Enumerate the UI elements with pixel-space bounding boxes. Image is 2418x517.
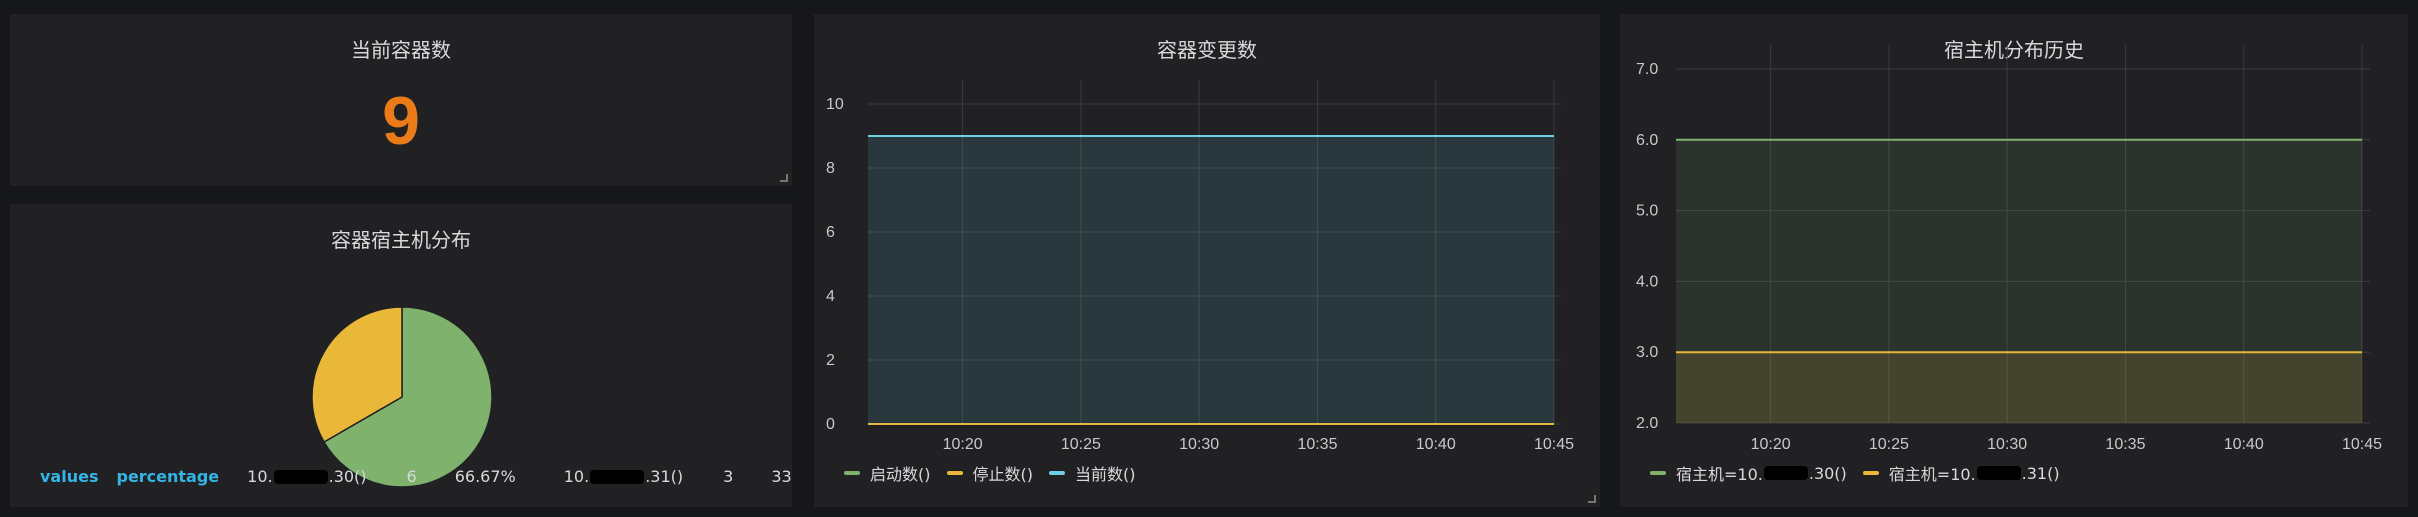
legend-percent: 33.33% [771,466,792,486]
x-tick-label: 10:30 [1987,436,2027,453]
legend-value: 3 [723,466,734,486]
redaction [590,470,645,484]
y-tick-label: 2 [826,352,835,369]
redaction [1763,466,1808,480]
x-tick-label: 10:45 [1534,436,1574,453]
legend-header-values[interactable]: values [40,467,98,486]
graph-legend: 宿主机=10. .30() 宿主机=10. .31() [1650,461,2076,485]
y-tick-label: 6.0 [1636,132,1658,149]
y-tick-label: 4.0 [1636,273,1658,290]
legend-swatch [1650,471,1666,475]
host-history-panel: 宿主机分布历史 2.0 3.0 4.0 5.0 6.0 7.0 10:20 10:25 10:3… [1620,14,2408,507]
y-tick-label: 5.0 [1636,203,1658,220]
redaction [273,470,328,484]
panel-title[interactable]: 当前容器数 [10,34,792,63]
x-tick-label: 10:45 [2342,436,2382,453]
x-tick-label: 10:30 [1179,436,1219,453]
y-tick-label: 6 [826,224,835,241]
x-tick-label: 10:35 [2105,436,2145,453]
container-change-panel: 容器变更数 0 2 4 6 8 10 10:20 10:25 10:30 10:35 10:40 10… [814,14,1600,507]
y-tick-label: 2.0 [1636,415,1658,432]
series-area [868,136,1554,424]
container-change-chart[interactable]: 0 2 4 6 8 10 10:20 10:25 10:30 10:35 10:40 10:45 [814,14,1600,507]
x-tick-label: 10:25 [1061,436,1101,453]
x-tick-label: 10:40 [2224,436,2264,453]
resize-handle-icon[interactable] [1588,495,1596,503]
legend-percent: 66.67% [454,466,516,486]
legend-swatch [844,471,860,475]
stat-panel: 当前容器数 9 [10,14,792,186]
y-tick-label: 8 [826,160,835,177]
x-tick-label: 10:35 [1297,436,1337,453]
resize-handle-icon[interactable] [780,174,788,182]
pie-panel: 容器宿主机分布 values percentage 10. .30() 6 66.… [10,204,792,507]
y-tick-label: 10 [826,96,844,113]
legend-item-host-30[interactable]: 宿主机=10. .30() [1650,461,1847,485]
legend-header-percentage[interactable]: percentage [116,467,219,486]
legend-swatch [1049,471,1065,475]
legend-item-stop[interactable]: 停止数() [946,461,1033,485]
legend-label[interactable]: 10. .30() [247,467,366,486]
pie-legend: values percentage 10. .30() 6 66.67% 10..… [40,463,792,489]
legend-item-start[interactable]: 启动数() [844,461,931,485]
x-tick-label: 10:20 [1751,436,1791,453]
x-tick-label: 10:25 [1869,436,1909,453]
legend-value: 6 [406,466,417,486]
legend-label[interactable]: 10. .31() [564,467,683,486]
x-tick-label: 10:20 [943,436,983,453]
y-tick-label: 7.0 [1636,61,1658,78]
legend-swatch [946,471,963,475]
y-tick-label: 4 [826,288,835,305]
redaction [1976,466,2021,480]
graph-legend: 启动数() 停止数() 当前数() [844,461,1152,485]
x-tick-label: 10:40 [1416,436,1456,453]
legend-item-host-31[interactable]: 宿主机=10. .31() [1862,461,2060,485]
host-history-chart[interactable]: 2.0 3.0 4.0 5.0 6.0 7.0 10:20 10:25 10:30 10:35 10… [1620,14,2408,507]
y-tick-label: 3.0 [1636,344,1658,361]
stat-value: 9 [382,83,420,159]
legend-item-current[interactable]: 当前数() [1049,461,1136,485]
series-area [1676,352,2362,423]
y-tick-label: 0 [826,416,835,433]
legend-swatch [1862,471,1879,475]
pie-chart [311,306,493,488]
